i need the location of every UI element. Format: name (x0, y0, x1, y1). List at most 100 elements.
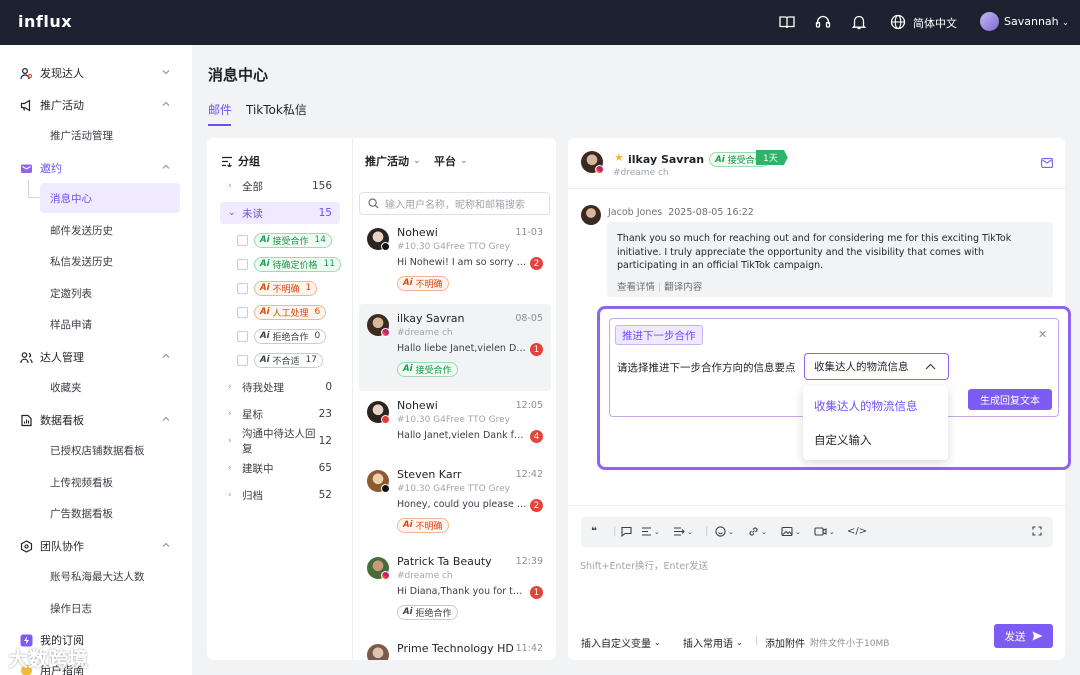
ai-prefix: Ai (403, 607, 413, 617)
sidebar-group-team[interactable]: 团队协作 (20, 538, 84, 554)
sidebar-item-top-creators[interactable]: 账号私海最大达人数 (50, 569, 145, 584)
checkbox[interactable] (237, 282, 248, 294)
book-icon[interactable] (778, 13, 796, 31)
checkbox[interactable] (237, 330, 248, 342)
fullscreen-icon[interactable] (1032, 526, 1042, 536)
sidebar-item-dm-history[interactable]: 私信发送历史 (50, 254, 113, 269)
checkbox[interactable] (237, 354, 248, 366)
ai-tag-row[interactable]: Ai 接受合作 14 (237, 231, 332, 249)
sidebar-item-shop-board[interactable]: 已授权店铺数据看板 (50, 443, 145, 458)
ai-tag-row[interactable]: Ai 待确定价格 11 (237, 255, 341, 273)
checkbox[interactable] (237, 258, 248, 270)
group-row-connecting[interactable]: › 建联中 65 (220, 457, 340, 479)
sidebar-item-video-board[interactable]: 上传视频看板 (50, 475, 113, 490)
mail-icon[interactable] (1041, 158, 1053, 168)
group-row-todo[interactable]: › 待我处理 0 (220, 376, 340, 398)
info-point-select[interactable]: 收集达人的物流信息 (804, 353, 949, 380)
campaign-filter[interactable]: 推广活动 ⌄ (365, 153, 421, 169)
conversation-campaign: #dreame ch (397, 328, 453, 338)
ai-tag-count: 0 (314, 331, 321, 341)
tab-email[interactable]: 邮件 (208, 101, 232, 118)
generate-reply-button[interactable]: 生成回复文本 (968, 389, 1052, 410)
app-logo[interactable]: influx (18, 12, 72, 31)
group-row-starred[interactable]: › 星标 23 (220, 403, 340, 425)
ai-tag-row[interactable]: Ai 拒绝合作 0 (237, 327, 327, 345)
conversation-item[interactable]: Patrick Ta Beauty 12:39 #dreame ch Hi Di… (359, 547, 551, 634)
sidebar-item-op-log[interactable]: 操作日志 (50, 601, 92, 616)
suggestion-pill[interactable]: 推进下一步合作 (615, 325, 703, 345)
chevron-down-icon[interactable]: ⌄ (728, 528, 734, 536)
link-icon[interactable] (748, 526, 759, 537)
chevron-down-icon[interactable]: ⌄ (795, 528, 801, 536)
group-label: 沟通中待达人回复 (242, 428, 316, 455)
sidebar-item-favorites[interactable]: 收藏夹 (50, 380, 82, 395)
conversation-item[interactable]: Prime Technology HD 11:42 (359, 634, 551, 660)
group-row-awaiting-reply[interactable]: › 沟通中待达人回复 12 (220, 428, 340, 455)
sidebar-group-creator-mgmt[interactable]: 达人管理 (20, 349, 84, 365)
align-icon[interactable] (641, 526, 652, 537)
sidebar-group-invite[interactable]: 邀约 (20, 160, 62, 176)
conversation-item[interactable]: Steven Karr 12:42 #10.30 G4Free TTO Grey… (359, 460, 551, 547)
chevron-down-icon[interactable]: ⌄ (654, 528, 660, 536)
checkbox[interactable] (237, 306, 248, 318)
group-row-all[interactable]: › 全部 156 (220, 175, 340, 197)
chevron-up-icon[interactable] (162, 100, 170, 108)
search-box[interactable]: 输入用户名称，昵称和邮箱搜索 (359, 192, 550, 215)
sidebar-group-discover[interactable]: 发现达人 (20, 65, 84, 81)
group-row-unread[interactable]: ⌄ 未读 15 (220, 202, 340, 224)
chevron-down-icon[interactable]: ⌄ (687, 528, 693, 536)
sidebar-item-email-history[interactable]: 邮件发送历史 (50, 223, 113, 238)
language-selector[interactable]: 简体中文 (913, 15, 957, 31)
chevron-down-icon[interactable]: ⌄ (829, 528, 835, 536)
insert-variable-button[interactable]: 插入自定义变量 ⌄ (581, 635, 661, 650)
checkbox[interactable] (237, 234, 248, 246)
conversation-item-selected[interactable]: ilkay Savran 08-05 #dreame ch Hallo lieb… (359, 304, 551, 391)
comment-icon[interactable] (621, 526, 632, 537)
insert-phrase-button[interactable]: 插入常用语 ⌄ (683, 635, 743, 650)
attach-button[interactable]: 添加附件 (765, 635, 805, 650)
indent-icon[interactable] (673, 526, 685, 537)
group-row-archived[interactable]: › 归档 52 (220, 484, 340, 506)
send-button[interactable]: 发送 (994, 624, 1053, 648)
unread-badge: 1 (530, 586, 543, 599)
platform-filter[interactable]: 平台 ⌄ (434, 153, 468, 169)
ai-prefix: Ai (403, 520, 413, 530)
sidebar-item-campaign-mgmt[interactable]: 推广活动管理 (50, 128, 113, 143)
user-avatar[interactable] (980, 12, 999, 31)
dropdown-option-logistics[interactable]: 收集达人的物流信息 (814, 398, 918, 414)
sidebar-item-message-center[interactable]: 消息中心 (50, 191, 92, 206)
headset-icon[interactable] (814, 13, 832, 31)
code-icon[interactable]: </> (847, 526, 867, 537)
chevron-right-icon: › (228, 181, 232, 191)
chevron-down-icon[interactable] (162, 68, 170, 76)
chevron-up-icon[interactable] (162, 163, 170, 171)
ai-tag-row[interactable]: Ai 不合适 17 (237, 351, 323, 369)
quote-icon[interactable]: ❝ (591, 526, 597, 537)
chevron-up-icon[interactable] (162, 415, 170, 423)
sidebar-item-ad-board[interactable]: 广告数据看板 (50, 506, 113, 521)
close-icon[interactable]: ✕ (1038, 328, 1047, 341)
video-icon[interactable] (814, 526, 827, 537)
ai-tag-row[interactable]: Ai 人工处理 6 (237, 303, 327, 321)
user-menu[interactable]: Savannah ⌄ (1004, 15, 1069, 28)
dropdown-option-custom[interactable]: 自定义输入 (814, 432, 872, 448)
tab-tiktok-dm[interactable]: TikTok私信 (246, 101, 307, 118)
chevron-down-icon[interactable]: ⌄ (761, 528, 767, 536)
ai-tag-row[interactable]: Ai 不明确 1 (237, 279, 318, 297)
image-icon[interactable] (781, 526, 793, 537)
editor-input[interactable]: Shift+Enter换行，Enter发送 (580, 558, 708, 572)
sidebar-group-dashboard[interactable]: 数据看板 (20, 412, 84, 428)
sidebar-group-campaign[interactable]: 推广活动 (20, 97, 84, 113)
chevron-up-icon[interactable] (162, 352, 170, 360)
translate-link[interactable]: 翻译内容 (664, 282, 702, 293)
sidebar-item-sample-request[interactable]: 样品申请 (50, 317, 92, 332)
conversation-item[interactable]: Nohewi 11-03 #10.30 G4Free TTO Grey Hi N… (359, 218, 551, 305)
view-details-link[interactable]: 查看详情 (617, 282, 655, 293)
star-icon[interactable]: ★ (614, 151, 624, 164)
ai-prefix: Ai (403, 278, 413, 288)
sidebar-item-invite-list[interactable]: 定邀列表 (50, 286, 92, 301)
globe-icon[interactable] (889, 13, 907, 31)
emoji-icon[interactable] (715, 526, 726, 537)
chevron-up-icon[interactable] (162, 541, 170, 549)
bell-icon[interactable] (850, 13, 868, 31)
